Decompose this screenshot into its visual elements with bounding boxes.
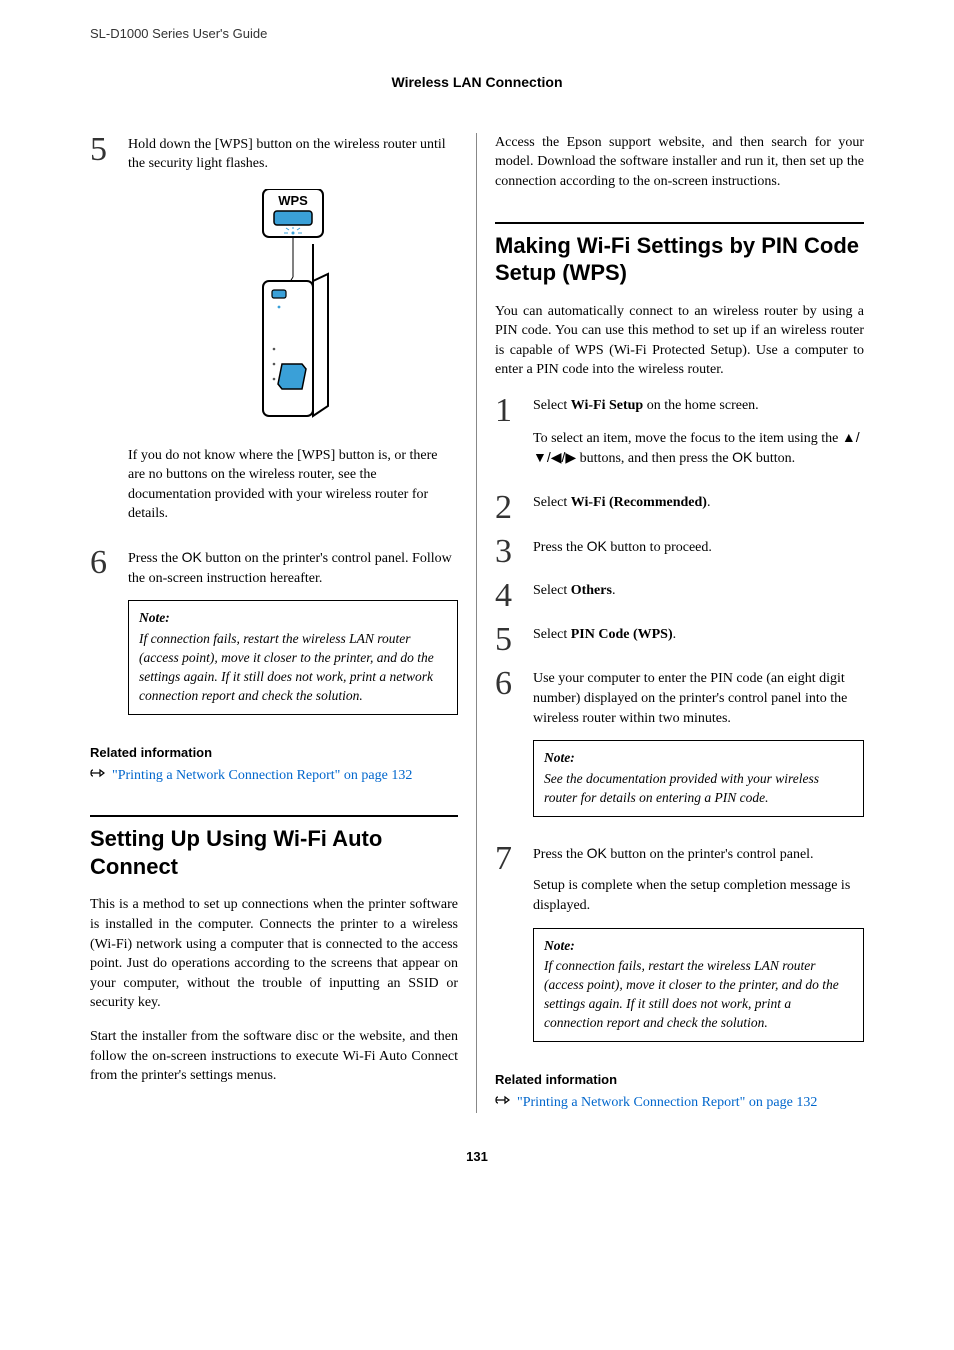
body-paragraph: Access the Epson support website, and th… bbox=[495, 133, 864, 192]
step-text: Select Wi‑Fi Setup on the home screen. bbox=[533, 396, 864, 416]
step-body: Use your computer to enter the PIN code … bbox=[533, 667, 864, 831]
related-link[interactable]: "Printing a Network Connection Report" o… bbox=[112, 768, 412, 783]
step-text: Press the OK button on the printer's con… bbox=[533, 844, 864, 865]
body-paragraph: Start the installer from the software di… bbox=[90, 1027, 458, 1086]
pointer-icon bbox=[90, 766, 108, 786]
step-number: 6 bbox=[495, 667, 533, 831]
step-body: Select PIN Code (WPS). bbox=[533, 623, 864, 657]
step-number: 6 bbox=[90, 546, 128, 730]
ok-button-label: OK bbox=[732, 449, 752, 465]
step-text: Select Others. bbox=[533, 581, 864, 601]
ok-button-label: OK bbox=[587, 538, 607, 554]
step-text: Press the OK button to proceed. bbox=[533, 537, 864, 558]
note-text: If connection fails, restart the wireles… bbox=[139, 631, 434, 703]
step-5: 5 Hold down the [WPS] button on the wire… bbox=[90, 133, 458, 536]
step-body: Select Wi‑Fi Setup on the home screen. T… bbox=[533, 394, 864, 481]
note-text: See the documentation provided with your… bbox=[544, 771, 819, 805]
step-number: 3 bbox=[495, 535, 533, 570]
step-text: Select Wi‑Fi (Recommended). bbox=[533, 493, 864, 513]
note-box: Note: See the documentation provided wit… bbox=[533, 740, 864, 817]
related-link-row: "Printing a Network Connection Report" o… bbox=[495, 1093, 864, 1113]
step-number: 5 bbox=[495, 623, 533, 657]
section-heading: Setting Up Using Wi‑Fi Auto Connect bbox=[90, 815, 458, 880]
step-body: Hold down the [WPS] button on the wirele… bbox=[128, 133, 458, 536]
step-text: Press the OK button on the printer's con… bbox=[128, 548, 458, 588]
note-label: Note: bbox=[139, 609, 447, 628]
wps-label: WPS bbox=[278, 193, 308, 208]
ok-button-label: OK bbox=[182, 549, 202, 565]
ok-button-label: OK bbox=[587, 845, 607, 861]
chapter-title: Wireless LAN Connection bbox=[90, 73, 864, 93]
step-number: 2 bbox=[495, 491, 533, 525]
step-body: Press the OK button to proceed. bbox=[533, 535, 864, 570]
step-text: Setup is complete when the setup complet… bbox=[533, 876, 864, 915]
step-body: Select Wi‑Fi (Recommended). bbox=[533, 491, 864, 525]
step-3: 3 Press the OK button to proceed. bbox=[495, 535, 864, 570]
step-7: 7 Press the OK button on the printer's c… bbox=[495, 842, 864, 1057]
step-1: 1 Select Wi‑Fi Setup on the home screen.… bbox=[495, 394, 864, 481]
body-paragraph: You can automatically connect to an wire… bbox=[495, 302, 864, 380]
step-number: 5 bbox=[90, 133, 128, 536]
body-paragraph: This is a method to set up connections w… bbox=[90, 895, 458, 1013]
page-number: 131 bbox=[90, 1148, 864, 1166]
note-label: Note: bbox=[544, 937, 853, 956]
two-column-layout: 5 Hold down the [WPS] button on the wire… bbox=[90, 133, 864, 1113]
related-info-heading: Related information bbox=[90, 744, 458, 762]
note-label: Note: bbox=[544, 749, 853, 768]
running-head: SL-D1000 Series User's Guide bbox=[90, 25, 864, 43]
note-box: Note: If connection fails, restart the w… bbox=[533, 928, 864, 1042]
step-number: 1 bbox=[495, 394, 533, 481]
step-text: Select PIN Code (WPS). bbox=[533, 625, 864, 645]
note-text: If connection fails, restart the wireles… bbox=[544, 958, 839, 1030]
step-6: 6 Use your computer to enter the PIN cod… bbox=[495, 667, 864, 831]
step-5: 5 Select PIN Code (WPS). bbox=[495, 623, 864, 657]
section-heading: Making Wi‑Fi Settings by PIN Code Setup … bbox=[495, 222, 864, 287]
page: SL-D1000 Series User's Guide Wireless LA… bbox=[0, 0, 954, 1196]
step-4: 4 Select Others. bbox=[495, 579, 864, 613]
step-body: Select Others. bbox=[533, 579, 864, 613]
related-link-row: "Printing a Network Connection Report" o… bbox=[90, 766, 458, 786]
step-body: Press the OK button on the printer's con… bbox=[533, 842, 864, 1057]
step-body: Press the OK button on the printer's con… bbox=[128, 546, 458, 730]
step-text: Use your computer to enter the PIN code … bbox=[533, 669, 864, 728]
related-info-heading: Related information bbox=[495, 1071, 864, 1089]
step-6: 6 Press the OK button on the printer's c… bbox=[90, 546, 458, 730]
wps-router-figure: WPS bbox=[128, 189, 458, 426]
pointer-icon bbox=[495, 1093, 513, 1113]
step-2: 2 Select Wi‑Fi (Recommended). bbox=[495, 491, 864, 525]
right-column: Access the Epson support website, and th… bbox=[477, 133, 864, 1113]
step-text: Hold down the [WPS] button on the wirele… bbox=[128, 135, 458, 174]
left-column: 5 Hold down the [WPS] button on the wire… bbox=[90, 133, 477, 1113]
step-number: 4 bbox=[495, 579, 533, 613]
related-link[interactable]: "Printing a Network Connection Report" o… bbox=[517, 1095, 817, 1110]
step-text: If you do not know where the [WPS] butto… bbox=[128, 446, 458, 524]
note-box: Note: If connection fails, restart the w… bbox=[128, 600, 458, 714]
step-number: 7 bbox=[495, 842, 533, 1057]
step-text: To select an item, move the focus to the… bbox=[533, 428, 864, 469]
